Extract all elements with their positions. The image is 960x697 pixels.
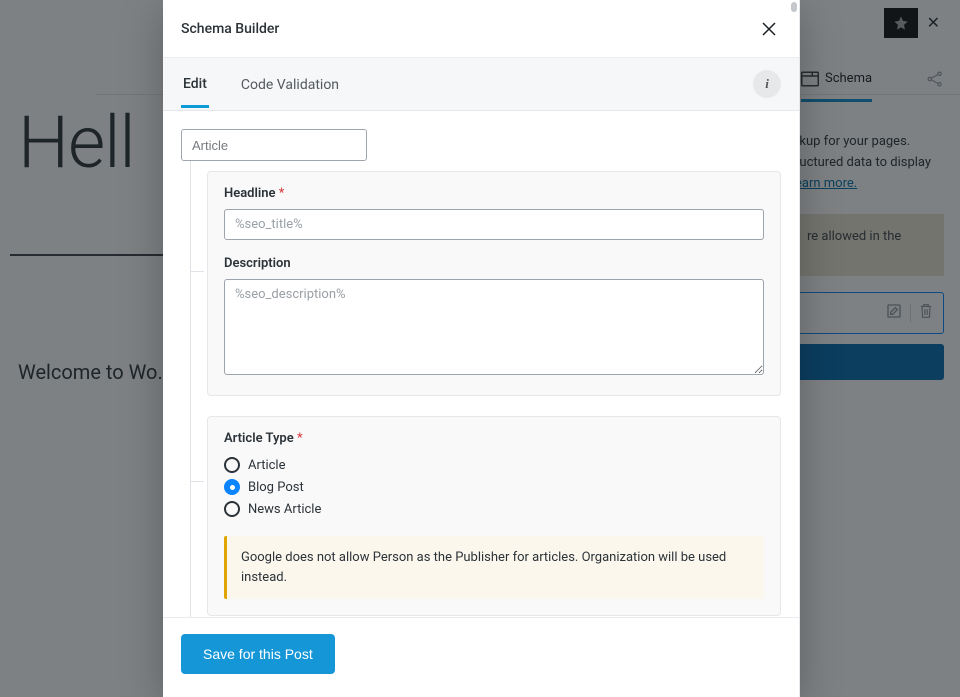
tree-connector (190, 161, 191, 617)
radio-article[interactable]: Article (224, 454, 764, 476)
radio-news-article[interactable]: News Article (224, 498, 764, 520)
headline-input[interactable] (224, 209, 764, 240)
modal-close-button[interactable] (757, 17, 781, 41)
modal-title: Schema Builder (181, 21, 279, 37)
article-type-radios: Article Blog Post News Article (224, 454, 764, 520)
article-type-label: Article Type * (224, 431, 764, 446)
save-for-post-button[interactable]: Save for this Post (181, 634, 335, 674)
tab-edit[interactable]: Edit (181, 60, 209, 108)
description-label: Description (224, 256, 764, 271)
panel-headline-description: Headline * Description (207, 171, 781, 396)
tree-stub (190, 481, 204, 482)
publisher-warning: Google does not allow Person as the Publ… (224, 536, 764, 599)
tree-stub (190, 271, 204, 272)
radio-blog-post[interactable]: Blog Post (224, 476, 764, 498)
info-icon[interactable]: i (753, 70, 781, 98)
tab-code-validation[interactable]: Code Validation (239, 61, 341, 107)
description-textarea[interactable] (224, 279, 764, 375)
schema-type-input[interactable] (181, 129, 367, 161)
headline-label: Headline * (224, 186, 764, 201)
scrollbar-thumb[interactable] (791, 2, 797, 12)
close-icon (760, 20, 778, 38)
schema-builder-modal: Schema Builder Edit Code Validation i He… (163, 0, 800, 697)
panel-article-type: Article Type * Article Blog Post News Ar… (207, 416, 781, 616)
